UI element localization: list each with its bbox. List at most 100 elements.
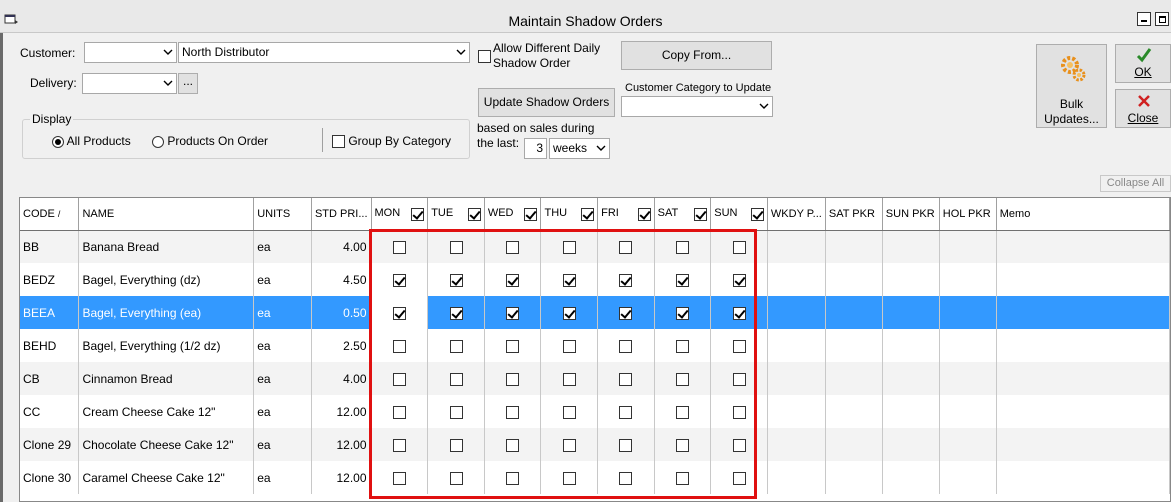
cell-thu[interactable] bbox=[540, 395, 599, 428]
wed-checkbox[interactable] bbox=[506, 339, 520, 353]
weeks-count-input[interactable]: 3 bbox=[524, 138, 547, 159]
col-thu[interactable]: THU bbox=[540, 198, 599, 231]
cell-wed[interactable] bbox=[484, 296, 542, 329]
fri-checkbox[interactable] bbox=[619, 471, 633, 485]
cell-sun[interactable] bbox=[710, 362, 768, 395]
cell-price[interactable]: 4.00 bbox=[311, 362, 372, 395]
table-row[interactable]: BEDZ Bagel, Everything (dz) ea 4.50 bbox=[20, 263, 1170, 296]
thu-checkbox[interactable] bbox=[562, 240, 576, 254]
sat-checkbox[interactable] bbox=[675, 471, 689, 485]
copy-from-button[interactable]: Copy From... bbox=[621, 41, 772, 70]
cell-name[interactable]: Bagel, Everything (1/2 dz) bbox=[78, 329, 255, 362]
sun-checkbox[interactable] bbox=[732, 240, 746, 254]
cell-memo[interactable] bbox=[996, 428, 1170, 461]
cell-hol-pkr[interactable] bbox=[939, 461, 997, 494]
mon-checkbox[interactable] bbox=[392, 306, 406, 320]
customer-name-select[interactable]: North Distributor bbox=[178, 42, 470, 63]
cell-sun[interactable] bbox=[710, 263, 768, 296]
cell-sat[interactable] bbox=[654, 362, 712, 395]
cell-code[interactable]: Clone 29 bbox=[20, 428, 80, 461]
col-units[interactable]: UNITS bbox=[253, 198, 312, 231]
cell-code[interactable]: BEDZ bbox=[20, 263, 80, 296]
cell-wed[interactable] bbox=[484, 329, 542, 362]
cell-sat[interactable] bbox=[654, 230, 712, 263]
mon-checkbox[interactable] bbox=[392, 405, 406, 419]
cell-memo[interactable] bbox=[996, 296, 1170, 329]
cell-sat-pkr[interactable] bbox=[825, 296, 883, 329]
cell-price[interactable]: 4.50 bbox=[311, 263, 372, 296]
cell-mon[interactable] bbox=[371, 296, 429, 329]
fri-checkbox[interactable] bbox=[619, 273, 633, 287]
cell-units[interactable]: ea bbox=[253, 395, 312, 428]
cell-units[interactable]: ea bbox=[253, 296, 312, 329]
cell-hol-pkr[interactable] bbox=[939, 395, 997, 428]
cell-tue[interactable] bbox=[427, 296, 485, 329]
col-wed[interactable]: WED bbox=[484, 198, 542, 231]
fri-checkbox[interactable] bbox=[619, 405, 633, 419]
cell-code[interactable]: BEHD bbox=[20, 329, 80, 362]
mon-checkbox[interactable] bbox=[392, 339, 406, 353]
cell-wkdy[interactable] bbox=[767, 362, 826, 395]
wed-checkbox[interactable] bbox=[506, 405, 520, 419]
cell-sun-pkr[interactable] bbox=[882, 461, 940, 494]
cell-sun-pkr[interactable] bbox=[882, 362, 940, 395]
wed-checkbox[interactable] bbox=[506, 273, 520, 287]
delivery-select[interactable] bbox=[82, 73, 177, 94]
cell-sun-pkr[interactable] bbox=[882, 329, 940, 362]
fri-all-checkbox[interactable] bbox=[637, 207, 651, 221]
cell-sun[interactable] bbox=[710, 329, 768, 362]
cell-sun-pkr[interactable] bbox=[882, 230, 940, 263]
ok-button[interactable]: OK bbox=[1115, 44, 1171, 83]
cell-name[interactable]: Cinnamon Bread bbox=[78, 362, 255, 395]
sat-checkbox[interactable] bbox=[675, 372, 689, 386]
cell-fri[interactable] bbox=[597, 395, 655, 428]
cell-mon[interactable] bbox=[371, 395, 429, 428]
cell-memo[interactable] bbox=[996, 329, 1170, 362]
sat-checkbox[interactable] bbox=[675, 438, 689, 452]
collapse-all-button[interactable]: Collapse All bbox=[1100, 175, 1171, 192]
cell-wkdy[interactable] bbox=[767, 230, 826, 263]
table-row[interactable]: BB Banana Bread ea 4.00 bbox=[20, 230, 1170, 263]
cell-sat[interactable] bbox=[654, 461, 712, 494]
cell-tue[interactable] bbox=[427, 461, 485, 494]
wed-checkbox[interactable] bbox=[506, 372, 520, 386]
sat-checkbox[interactable] bbox=[675, 306, 689, 320]
cell-wed[interactable] bbox=[484, 230, 542, 263]
cell-name[interactable]: Banana Bread bbox=[78, 230, 255, 263]
tue-checkbox[interactable] bbox=[449, 471, 463, 485]
thu-checkbox[interactable] bbox=[562, 273, 576, 287]
cell-thu[interactable] bbox=[540, 362, 599, 395]
wed-checkbox[interactable] bbox=[506, 240, 520, 254]
cell-price[interactable]: 12.00 bbox=[311, 395, 372, 428]
wed-checkbox[interactable] bbox=[506, 306, 520, 320]
on-order-radio-option[interactable]: Products On Order bbox=[152, 134, 268, 148]
sun-checkbox[interactable] bbox=[732, 471, 746, 485]
fri-checkbox[interactable] bbox=[619, 438, 633, 452]
sat-checkbox[interactable] bbox=[675, 240, 689, 254]
cell-units[interactable]: ea bbox=[253, 329, 312, 362]
cell-wed[interactable] bbox=[484, 263, 542, 296]
col-tue[interactable]: TUE bbox=[427, 198, 485, 231]
cell-tue[interactable] bbox=[427, 329, 485, 362]
fri-checkbox[interactable] bbox=[619, 372, 633, 386]
sun-checkbox[interactable] bbox=[732, 273, 746, 287]
cell-hol-pkr[interactable] bbox=[939, 230, 997, 263]
sun-all-checkbox[interactable] bbox=[750, 207, 764, 221]
cell-sun[interactable] bbox=[710, 296, 768, 329]
cell-code[interactable]: CC bbox=[20, 395, 80, 428]
cell-wed[interactable] bbox=[484, 395, 542, 428]
cell-price[interactable]: 2.50 bbox=[311, 329, 372, 362]
wed-checkbox[interactable] bbox=[506, 471, 520, 485]
cell-sat-pkr[interactable] bbox=[825, 230, 883, 263]
col-mon[interactable]: MON bbox=[371, 198, 429, 231]
tue-checkbox[interactable] bbox=[449, 438, 463, 452]
cell-sat-pkr[interactable] bbox=[825, 362, 883, 395]
cell-sat[interactable] bbox=[654, 395, 712, 428]
group-by-option[interactable]: Group By Category bbox=[332, 134, 451, 149]
wed-checkbox[interactable] bbox=[506, 438, 520, 452]
cell-sun[interactable] bbox=[710, 230, 768, 263]
restore-button[interactable] bbox=[1155, 12, 1169, 26]
cell-wkdy[interactable] bbox=[767, 461, 826, 494]
tue-checkbox[interactable] bbox=[449, 339, 463, 353]
tue-checkbox[interactable] bbox=[449, 240, 463, 254]
